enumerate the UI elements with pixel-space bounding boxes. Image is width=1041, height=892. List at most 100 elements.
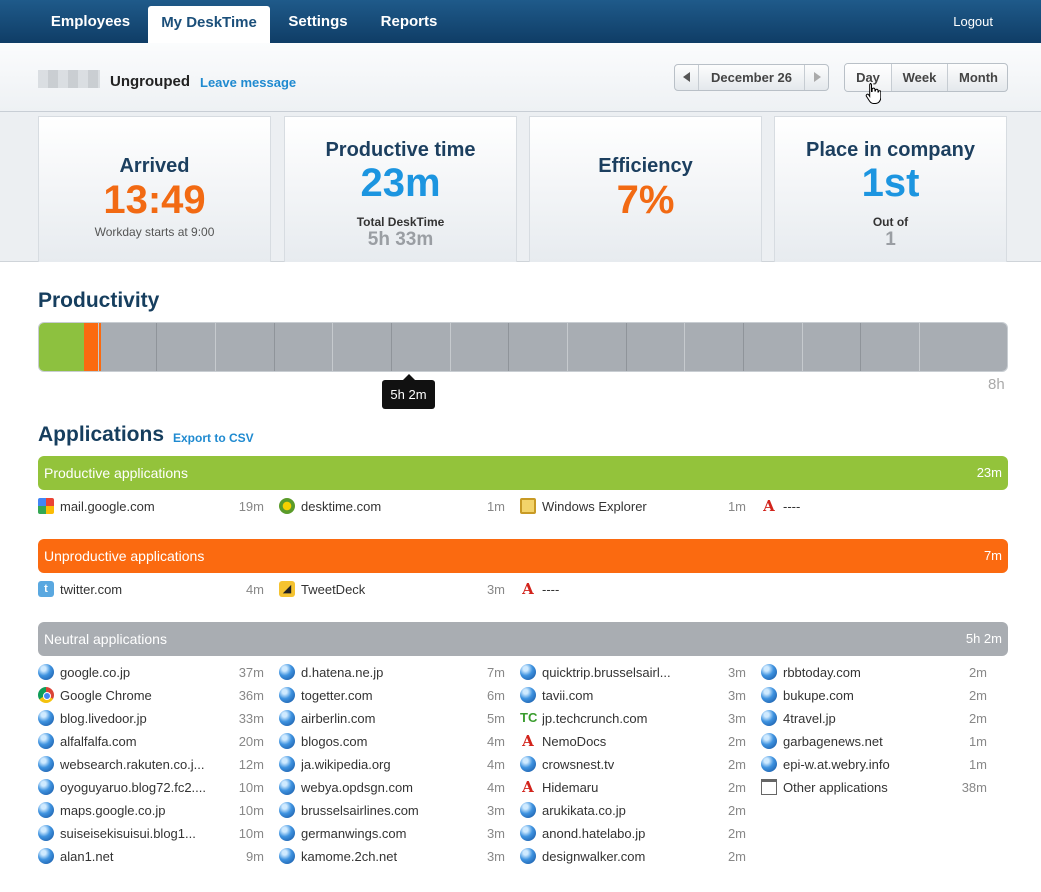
hour-tick <box>156 323 158 371</box>
globe-icon <box>38 802 54 818</box>
app-item[interactable]: brusselsairlines.com 3m <box>279 801 505 821</box>
app-name: Windows Explorer <box>542 499 647 514</box>
app-item[interactable]: mail.google.com 19m <box>38 497 264 517</box>
app-item[interactable]: anond.hatelabo.jp 2m <box>520 824 746 844</box>
category-total: 5h 2m <box>965 631 1002 646</box>
app-item[interactable]: A Hidemaru 2m <box>520 778 746 798</box>
app-time: 9m <box>245 849 264 864</box>
app-item[interactable]: A NemoDocs 2m <box>520 732 746 752</box>
app-item[interactable]: websearch.rakuten.co.j... 12m <box>38 755 264 775</box>
app-name: germanwings.com <box>301 826 407 841</box>
app-item[interactable]: google.co.jp 37m <box>38 663 264 683</box>
app-time: 20m <box>238 734 264 749</box>
app-item[interactable]: arukikata.co.jp 2m <box>520 801 746 821</box>
tab-employees[interactable]: Employees <box>38 0 143 43</box>
applications-title: Applications <box>38 423 165 446</box>
leave-message-link[interactable]: Leave message <box>200 75 296 90</box>
app-item[interactable]: kamome.2ch.net 3m <box>279 847 505 867</box>
globe-icon <box>38 664 54 680</box>
arrived-card: Arrived 13:49 Workday starts at 9:00 <box>38 116 271 262</box>
unproductive-applications-bar[interactable]: Unproductive applications 7m <box>38 539 1008 573</box>
app-item[interactable]: alfalfalfa.com 20m <box>38 732 264 752</box>
current-date[interactable]: December 26 <box>699 65 804 90</box>
app-name: tavii.com <box>542 688 594 703</box>
app-time: 2m <box>968 665 987 680</box>
app-item[interactable]: alan1.net 9m <box>38 847 264 867</box>
app-time: 7m <box>486 665 505 680</box>
app-item[interactable]: blogos.com 4m <box>279 732 505 752</box>
app-item[interactable]: quicktrip.brusselsairl... 3m <box>520 663 746 683</box>
previous-day-button[interactable] <box>675 65 699 90</box>
hour-tick <box>332 323 334 371</box>
app-item[interactable]: oyoguyaruo.blog72.fc2.... 10m <box>38 778 264 798</box>
app-item[interactable]: TC jp.techcrunch.com 3m <box>520 709 746 729</box>
app-item[interactable]: t twitter.com 4m <box>38 580 264 600</box>
app-item[interactable]: desktime.com 1m <box>279 497 505 517</box>
logout-link[interactable]: Logout <box>953 0 993 43</box>
app-item[interactable]: ◢ TweetDeck 3m <box>279 580 505 600</box>
app-time: 2m <box>727 803 746 818</box>
app-item[interactable]: Other applications 38m <box>761 778 987 798</box>
app-item[interactable]: A ---- <box>520 580 746 600</box>
next-day-button[interactable] <box>804 65 828 90</box>
app-item[interactable]: rbbtoday.com 2m <box>761 663 987 683</box>
category-label: Unproductive applications <box>44 548 205 564</box>
app-time: 2m <box>727 826 746 841</box>
app-name: bukupe.com <box>783 688 854 703</box>
globe-icon <box>38 825 54 841</box>
app-item[interactable]: airberlin.com 5m <box>279 709 505 729</box>
productivity-bar[interactable] <box>38 322 1008 372</box>
app-time: 3m <box>486 849 505 864</box>
app-item[interactable]: d.hatena.ne.jp 7m <box>279 663 505 683</box>
app-item[interactable]: Google Chrome 36m <box>38 686 264 706</box>
app-name: blog.livedoor.jp <box>60 711 147 726</box>
app-item[interactable]: togetter.com 6m <box>279 686 505 706</box>
app-time: 4m <box>486 757 505 772</box>
app-time: 3m <box>727 711 746 726</box>
app-time: 6m <box>486 688 505 703</box>
app-time: 4m <box>245 582 264 597</box>
tab-my-desktime[interactable]: My DeskTime <box>148 6 270 43</box>
app-item[interactable]: 4travel.jp 2m <box>761 709 987 729</box>
globe-icon <box>279 848 295 864</box>
app-item[interactable]: bukupe.com 2m <box>761 686 987 706</box>
app-name: NemoDocs <box>542 734 607 749</box>
app-item[interactable]: Windows Explorer 1m <box>520 497 746 517</box>
app-item[interactable]: germanwings.com 3m <box>279 824 505 844</box>
app-item[interactable]: crowsnest.tv 2m <box>520 755 746 775</box>
acrobat-icon: A <box>522 778 534 796</box>
arrived-time: 13:49 <box>103 178 206 222</box>
globe-icon <box>279 802 295 818</box>
app-item[interactable]: tavii.com 3m <box>520 686 746 706</box>
globe-icon <box>279 756 295 772</box>
productive-applications-bar[interactable]: Productive applications 23m <box>38 456 1008 490</box>
hour-tick <box>743 323 744 371</box>
globe-icon <box>520 664 536 680</box>
period-month-button[interactable]: Month <box>947 64 1007 91</box>
app-item[interactable]: epi-w.at.webry.info 1m <box>761 755 987 775</box>
app-item[interactable]: A ---- <box>761 497 987 517</box>
period-week-button[interactable]: Week <box>891 64 947 91</box>
efficiency-card: Efficiency 7% <box>529 116 762 262</box>
app-name: garbagenews.net <box>783 734 883 749</box>
app-item[interactable]: ja.wikipedia.org 4m <box>279 755 505 775</box>
avatar <box>38 70 100 88</box>
app-time: 1m <box>486 499 505 514</box>
app-name: suiseisekisuisui.blog1... <box>60 826 196 841</box>
app-time: 37m <box>238 665 264 680</box>
neutral-segment <box>100 323 1007 371</box>
tab-settings[interactable]: Settings <box>276 0 360 43</box>
app-item[interactable]: designwalker.com 2m <box>520 847 746 867</box>
globe-icon <box>520 756 536 772</box>
app-item[interactable]: maps.google.co.jp 10m <box>38 801 264 821</box>
app-item[interactable]: webya.opdsgn.com 4m <box>279 778 505 798</box>
tab-reports[interactable]: Reports <box>366 0 452 43</box>
date-picker: December 26 <box>674 64 829 91</box>
globe-icon <box>279 664 295 680</box>
neutral-applications-bar[interactable]: Neutral applications 5h 2m <box>38 622 1008 656</box>
app-item[interactable]: suiseisekisuisui.blog1... 10m <box>38 824 264 844</box>
app-time: 3m <box>727 665 746 680</box>
export-csv-link[interactable]: Export to CSV <box>173 431 254 445</box>
app-item[interactable]: garbagenews.net 1m <box>761 732 987 752</box>
app-item[interactable]: blog.livedoor.jp 33m <box>38 709 264 729</box>
